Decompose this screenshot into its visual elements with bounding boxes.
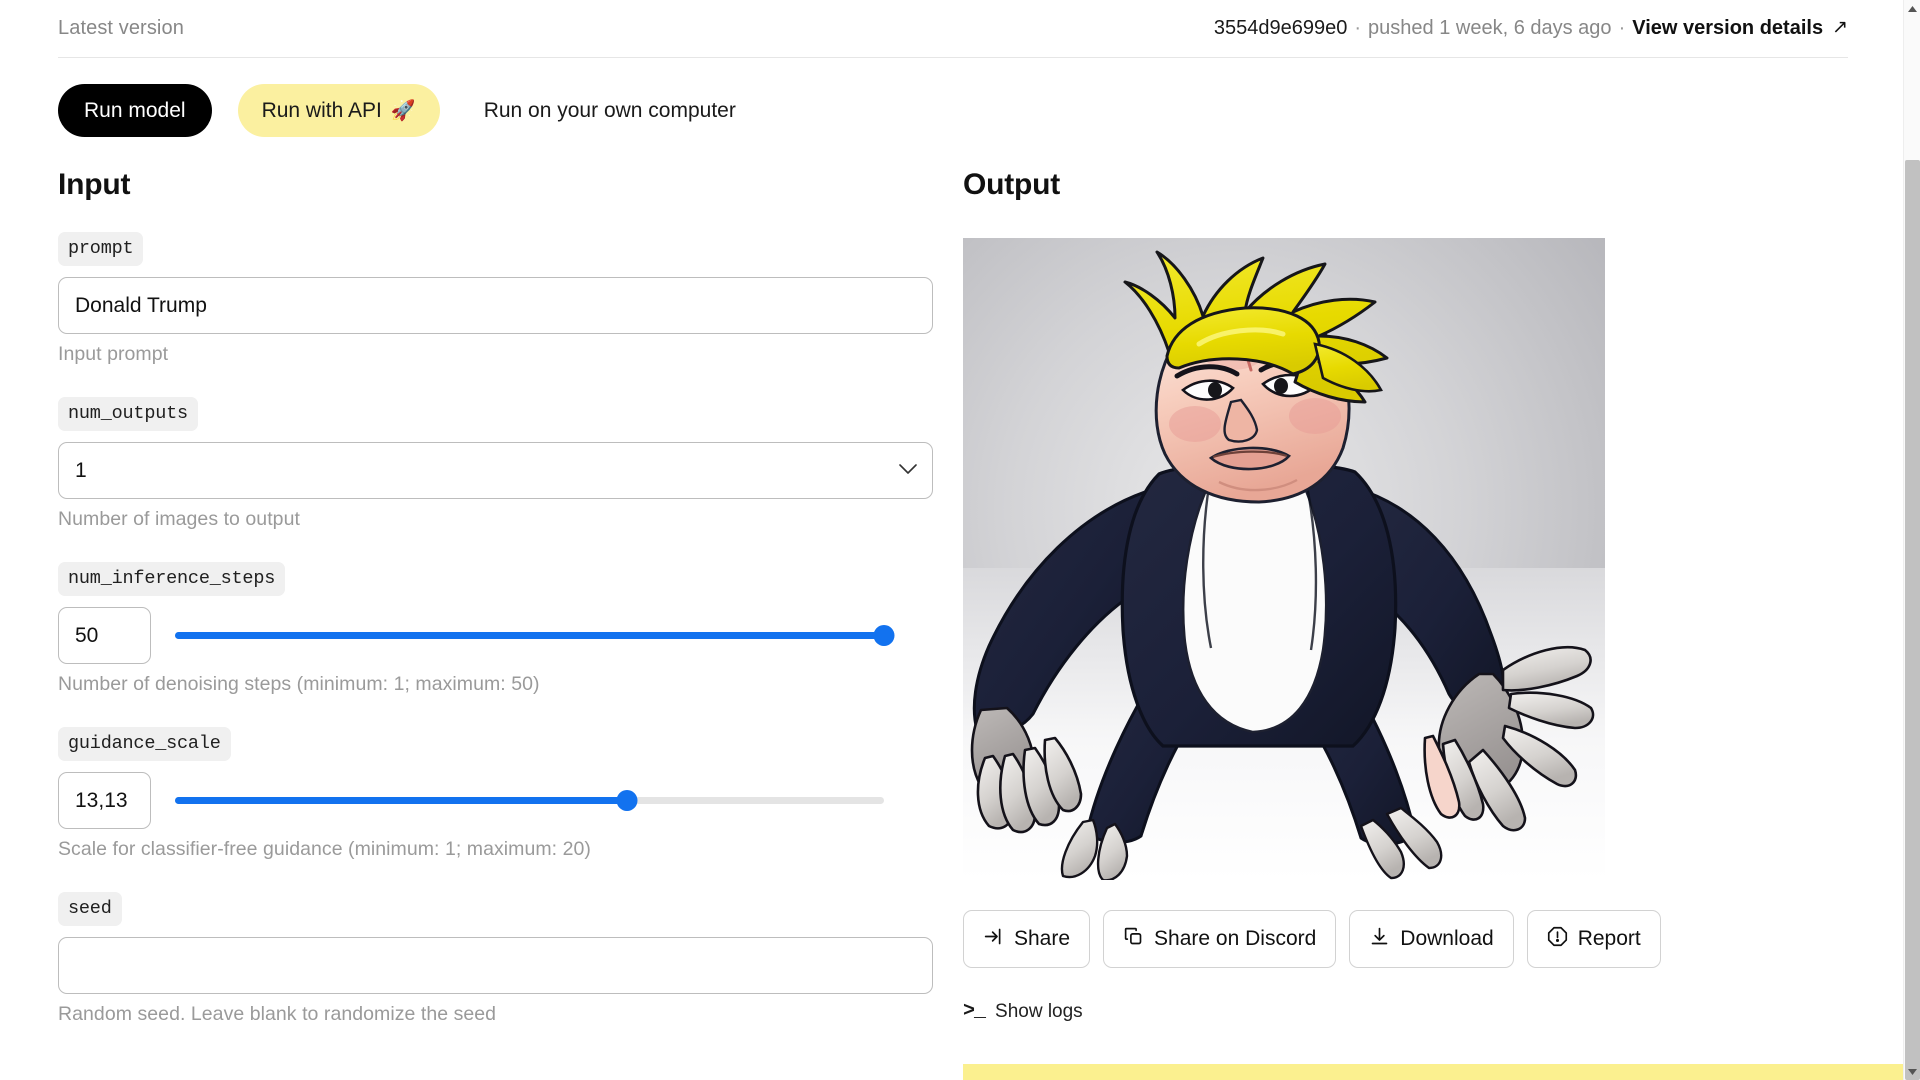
version-hash[interactable]: 3554d9e699e0 xyxy=(1214,17,1347,40)
prompt-label: prompt xyxy=(58,232,144,266)
slider-fill xyxy=(175,632,884,639)
show-logs-toggle[interactable]: >_ Show logs xyxy=(963,1000,1661,1023)
run-mode-tabs: Run model Run with API 🚀 Run on your own… xyxy=(58,84,756,137)
guidance-scale-help: Scale for classifier-free guidance (mini… xyxy=(58,838,591,860)
num-inference-steps-help: Number of denoising steps (minimum: 1; m… xyxy=(58,673,540,695)
output-section-title: Output xyxy=(963,168,1061,201)
output-action-buttons: Share Share on Discord Download Report xyxy=(963,910,1661,968)
page-scrollbar[interactable] xyxy=(1903,0,1920,1080)
scrollbar-thumb[interactable] xyxy=(1905,160,1920,1080)
guidance-scale-label: guidance_scale xyxy=(58,727,231,761)
slider-thumb[interactable] xyxy=(873,625,895,646)
tab-run-on-own-computer[interactable]: Run on your own computer xyxy=(464,84,756,137)
report-button-label: Report xyxy=(1577,927,1641,950)
output-image[interactable] xyxy=(963,238,1605,880)
guidance-scale-slider[interactable] xyxy=(175,790,884,812)
guidance-scale-value-box[interactable]: 13,13 xyxy=(58,772,151,829)
tab-run-with-api-label: Run with API xyxy=(261,98,382,122)
terminal-prompt-icon: >_ xyxy=(963,1000,986,1023)
guidance-scale-row: 13,13 xyxy=(58,772,938,829)
field-num-inference-steps: num_inference_steps 50 Number of denoisi… xyxy=(58,562,938,696)
model-playground-page: Latest version 3554d9e699e0 · pushed 1 w… xyxy=(0,0,1920,1080)
prompt-input[interactable] xyxy=(58,277,933,334)
num-inference-steps-label: num_inference_steps xyxy=(58,562,286,596)
slider-fill xyxy=(175,797,628,804)
num-outputs-help: Number of images to output xyxy=(58,508,300,530)
num-outputs-label: num_outputs xyxy=(58,397,198,431)
slider-thumb[interactable] xyxy=(616,790,638,811)
tab-run-model-label: Run model xyxy=(84,98,186,122)
external-link-icon: ↗ xyxy=(1832,17,1848,38)
scroll-down-arrow-icon[interactable] xyxy=(1904,1063,1920,1080)
num-outputs-select[interactable]: 1 xyxy=(58,442,933,499)
bottom-banner xyxy=(963,1064,1909,1080)
meta-separator-2: · xyxy=(1618,17,1626,39)
output-area: Share Share on Discord Download Report >… xyxy=(963,238,1661,1023)
input-section-title: Input xyxy=(58,168,131,201)
seed-help: Random seed. Leave blank to randomize th… xyxy=(58,1003,497,1025)
download-icon xyxy=(1369,926,1390,953)
tab-run-on-own-computer-label: Run on your own computer xyxy=(483,98,736,122)
copy-icon xyxy=(1123,926,1144,953)
field-guidance-scale: guidance_scale 13,13 Scale for classifie… xyxy=(58,727,938,861)
num-inference-steps-value-box[interactable]: 50 xyxy=(58,607,151,664)
download-button-label: Download xyxy=(1400,927,1494,950)
field-num-outputs: num_outputs 1 Number of images to output xyxy=(58,397,938,531)
meta-separator-1: · xyxy=(1354,17,1362,39)
field-prompt: prompt Input prompt xyxy=(58,232,938,366)
alert-octagon-icon xyxy=(1547,926,1568,953)
seed-label: seed xyxy=(58,892,122,926)
num-inference-steps-value: 50 xyxy=(75,623,99,647)
share-button-label: Share xyxy=(1014,927,1071,950)
share-on-discord-button[interactable]: Share on Discord xyxy=(1103,910,1337,968)
num-inference-steps-slider[interactable] xyxy=(175,625,895,647)
report-button[interactable]: Report xyxy=(1526,910,1661,968)
pushed-time: pushed 1 week, 6 days ago xyxy=(1368,17,1612,39)
scroll-up-arrow-icon[interactable] xyxy=(1904,0,1920,17)
share-on-discord-label: Share on Discord xyxy=(1154,927,1317,950)
rocket-icon: 🚀 xyxy=(390,100,416,122)
seed-input[interactable] xyxy=(58,937,933,994)
tab-run-model[interactable]: Run model xyxy=(58,84,212,137)
num-inference-steps-row: 50 xyxy=(58,607,938,664)
share-button[interactable]: Share xyxy=(963,910,1091,968)
tab-run-with-api[interactable]: Run with API 🚀 xyxy=(237,84,440,137)
share-icon xyxy=(983,926,1004,953)
show-logs-label: Show logs xyxy=(995,1000,1083,1022)
view-version-details-link[interactable]: View version details xyxy=(1632,17,1823,40)
prompt-help: Input prompt xyxy=(58,343,169,365)
download-button[interactable]: Download xyxy=(1349,910,1514,968)
version-meta: 3554d9e699e0 · pushed 1 week, 6 days ago… xyxy=(1214,17,1848,40)
latest-version-label: Latest version xyxy=(58,17,184,39)
field-seed: seed Random seed. Leave blank to randomi… xyxy=(58,892,938,1026)
guidance-scale-value: 13,13 xyxy=(75,788,128,812)
num-outputs-value: 1 xyxy=(75,458,87,482)
num-outputs-select-wrap[interactable]: 1 xyxy=(58,442,933,499)
input-form: prompt Input prompt num_outputs 1 Number… xyxy=(58,232,938,1057)
version-bar: Latest version 3554d9e699e0 · pushed 1 w… xyxy=(58,0,1848,58)
